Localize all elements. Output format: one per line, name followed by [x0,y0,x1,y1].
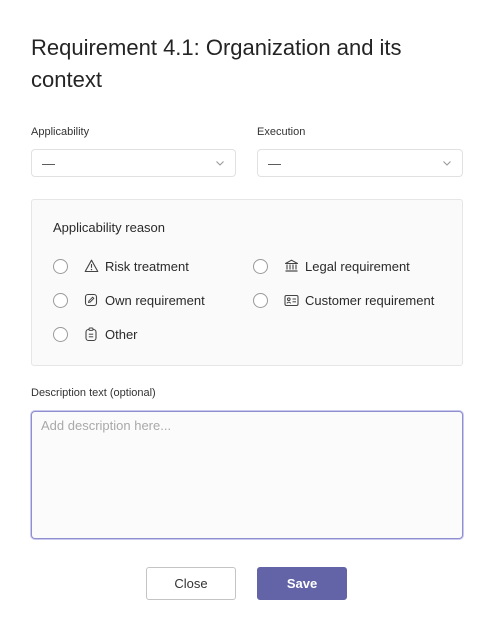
dialog-title: Requirement 4.1: Organization and its co… [31,35,402,92]
execution-select[interactable]: — [257,149,463,177]
description-label: Description text (optional) [31,387,156,399]
reason-option-customer-requirement[interactable]: Customer requirement [253,291,434,309]
execution-label: Execution [257,126,306,138]
warning-triangle-icon [83,258,99,274]
bank-building-icon [283,258,299,274]
reason-option-label: Risk treatment [105,258,189,274]
close-button[interactable]: Close [146,567,236,600]
radio-button[interactable] [53,292,68,308]
reason-option-legal-requirement[interactable]: Legal requirement [253,257,410,275]
reason-option-own-requirement[interactable]: Own requirement [53,291,205,309]
reason-option-label: Legal requirement [305,258,410,274]
reason-option-other[interactable]: Other [53,325,138,343]
radio-button[interactable] [53,326,68,342]
clipboard-list-icon [83,326,99,342]
reason-option-label: Customer requirement [305,292,435,308]
reason-option-label: Other [105,326,138,342]
applicability-reason-title: Applicability reason [53,220,166,235]
chevron-down-icon [215,158,225,168]
applicability-reason-group: Applicability reason Risk treatment Lega… [31,199,463,366]
requirement-dialog: Requirement 4.1: Organization and its co… [0,0,496,632]
save-button[interactable]: Save [257,567,347,600]
applicability-select[interactable]: — [31,149,236,177]
applicability-label: Applicability [31,126,90,138]
description-textarea[interactable] [31,411,463,539]
radio-button[interactable] [253,258,268,274]
contact-card-icon [283,292,299,308]
reason-option-risk-treatment[interactable]: Risk treatment [53,257,189,275]
execution-value: — [268,155,281,171]
chevron-down-icon [442,158,452,168]
radio-button[interactable] [53,258,68,274]
applicability-value: — [42,155,55,171]
radio-button[interactable] [253,292,268,308]
reason-option-label: Own requirement [105,292,205,308]
edit-note-icon [83,292,99,308]
